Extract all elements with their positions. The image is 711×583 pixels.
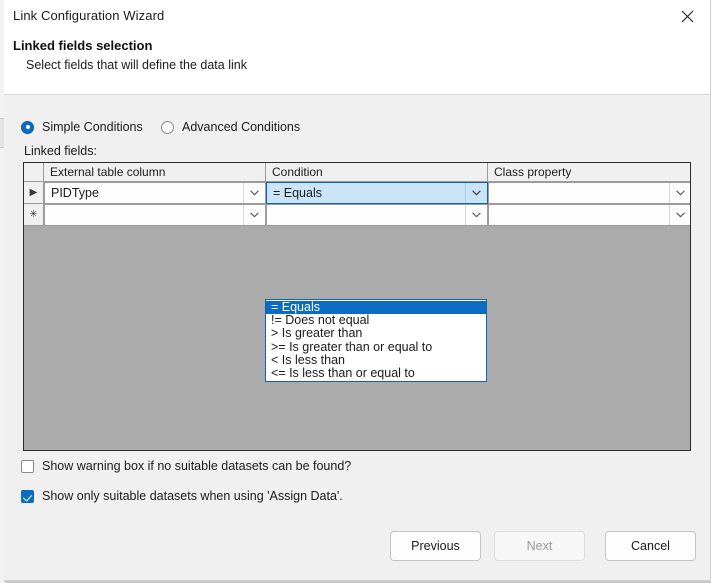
- radio-advanced-conditions[interactable]: Advanced Conditions: [161, 120, 300, 134]
- column-header-condition[interactable]: Condition: [266, 163, 488, 182]
- page-subtitle: Select fields that will define the data …: [26, 58, 247, 72]
- radio-simple-conditions[interactable]: Simple Conditions: [21, 120, 143, 134]
- table-row: ✳: [24, 204, 690, 226]
- cell-class-property[interactable]: [488, 204, 690, 226]
- next-button: Next: [494, 531, 585, 561]
- cell-class-property[interactable]: [488, 182, 690, 204]
- row-indicator-new-row[interactable]: ✳: [24, 204, 44, 226]
- link-configuration-wizard-dialog: Link Configuration Wizard Linked fields …: [4, 0, 711, 581]
- chevron-down-icon[interactable]: [465, 183, 487, 203]
- previous-button[interactable]: Previous: [390, 531, 481, 561]
- radio-simple-conditions-label: Simple Conditions: [42, 120, 143, 134]
- table-row: ▶ PIDType = Equals: [24, 182, 690, 204]
- chevron-down-icon[interactable]: [669, 183, 690, 203]
- page-title: Linked fields selection: [13, 38, 153, 53]
- radio-mark-icon: [21, 120, 34, 134]
- dropdown-option-is-greater-or-equal[interactable]: >= Is greater than or equal to: [266, 340, 486, 354]
- column-header-class-property[interactable]: Class property: [488, 163, 690, 182]
- cell-external-table-column-value: PIDType: [51, 186, 99, 200]
- cell-external-table-column[interactable]: [44, 204, 266, 226]
- checkbox-show-warning-box-label: Show warning box if no suitable datasets…: [42, 459, 352, 473]
- radio-advanced-conditions-label: Advanced Conditions: [182, 120, 301, 134]
- checkbox-box-icon: [21, 489, 34, 503]
- chevron-down-icon[interactable]: [243, 183, 265, 203]
- condition-dropdown-list[interactable]: = Equals != Does not equal > Is greater …: [265, 299, 487, 383]
- checkbox-show-only-suitable-datasets-label: Show only suitable datasets when using '…: [42, 489, 343, 503]
- dropdown-option-is-greater-than[interactable]: > Is greater than: [266, 327, 486, 340]
- cell-external-table-column[interactable]: PIDType: [44, 182, 266, 204]
- cancel-button[interactable]: Cancel: [605, 531, 696, 561]
- checkbox-box-icon: [21, 459, 34, 473]
- chevron-down-icon[interactable]: [243, 205, 265, 225]
- radio-mark-icon: [161, 120, 174, 134]
- chevron-down-icon[interactable]: [465, 205, 487, 225]
- cell-condition[interactable]: = Equals: [266, 182, 488, 204]
- grid-corner-header: [24, 163, 44, 182]
- dialog-header: Link Configuration Wizard Linked fields …: [4, 0, 710, 95]
- window-title: Link Configuration Wizard: [13, 8, 165, 23]
- checkbox-show-warning-box[interactable]: Show warning box if no suitable datasets…: [21, 459, 351, 473]
- grid-header-row: External table column Condition Class pr…: [24, 163, 690, 182]
- cell-condition-value: = Equals: [273, 186, 322, 200]
- row-indicator-current[interactable]: ▶: [24, 182, 44, 204]
- dropdown-option-is-less-or-equal[interactable]: <= Is less than or equal to: [266, 366, 486, 380]
- column-header-external-table-column[interactable]: External table column: [44, 163, 266, 182]
- chevron-down-icon[interactable]: [669, 205, 690, 225]
- linked-fields-label: Linked fields:: [24, 144, 97, 158]
- cell-condition[interactable]: [266, 204, 488, 226]
- close-button[interactable]: [665, 0, 710, 32]
- dropdown-option-is-less-than[interactable]: < Is less than: [266, 353, 486, 367]
- dialog-body: Simple Conditions Advanced Conditions Li…: [4, 96, 710, 580]
- checkbox-show-only-suitable-datasets[interactable]: Show only suitable datasets when using '…: [21, 489, 343, 503]
- title-bar: Link Configuration Wizard: [4, 0, 710, 33]
- close-icon: [681, 10, 694, 22]
